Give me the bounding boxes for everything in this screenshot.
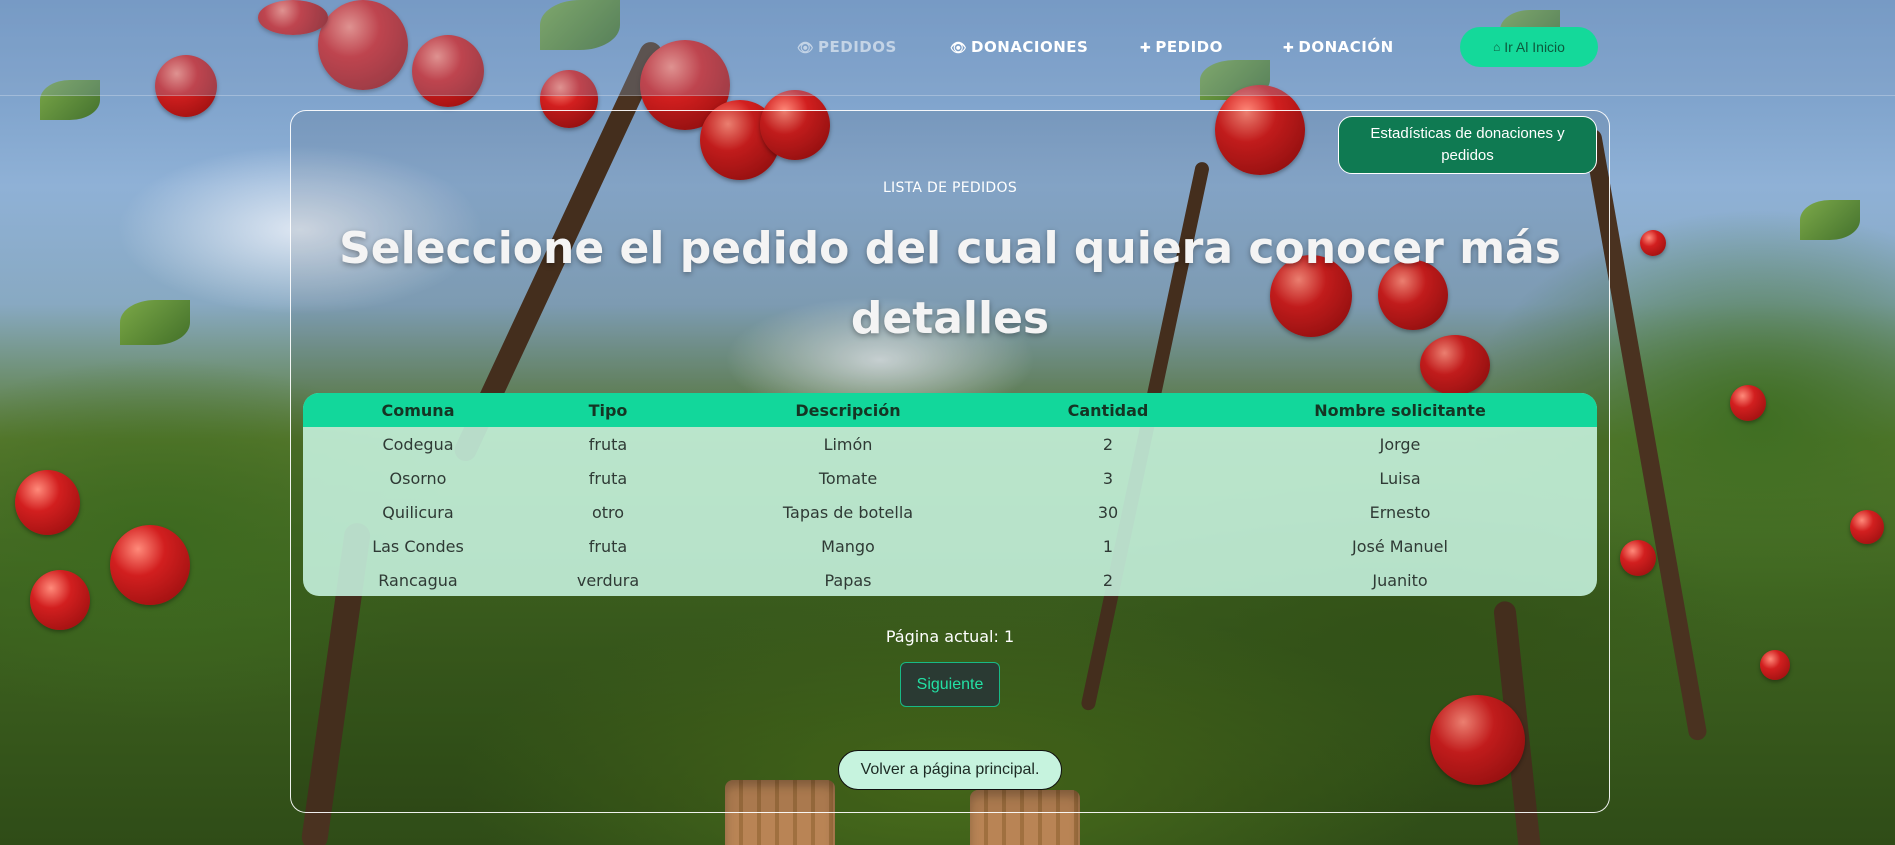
cell-nombre: Luisa	[1379, 468, 1421, 488]
header-tipo: Tipo	[588, 400, 628, 420]
cell-tipo: otro	[591, 502, 625, 522]
home-icon: ⌂	[1493, 40, 1501, 54]
cell-nombre: Ernesto	[1369, 502, 1431, 522]
current-page-label: Página actual: 1	[885, 627, 1015, 646]
home-button-label: Ir Al Inicio	[1504, 39, 1565, 55]
eye-icon: 👁	[950, 41, 968, 56]
leaf	[120, 300, 190, 345]
cell-cantidad: 1	[1102, 536, 1114, 556]
back-to-main-button[interactable]: Volver a página principal.	[838, 750, 1062, 790]
leaf	[1800, 200, 1860, 240]
stats-button[interactable]: Estadísticas de donaciones y pedidos	[1338, 116, 1597, 174]
nav-link-nuevo-pedido[interactable]: ✚ PEDIDO	[1140, 38, 1223, 56]
cell-nombre: José Manuel	[1352, 536, 1448, 556]
table-row[interactable]: Osorno fruta Tomate 3 Luisa	[303, 461, 1597, 495]
nav-link-pedidos[interactable]: 👁 PEDIDOS	[797, 38, 897, 56]
table-row[interactable]: Las Condes fruta Mango 1 José Manuel	[303, 529, 1597, 563]
cell-comuna: Osorno	[389, 468, 447, 488]
apple	[1640, 230, 1666, 256]
header-descripcion: Descripción	[795, 400, 901, 420]
plus-icon: ✚	[1283, 41, 1295, 56]
apple	[1760, 650, 1790, 680]
cell-cantidad: 30	[1097, 502, 1119, 522]
apple	[110, 525, 190, 605]
eye-icon: 👁	[797, 41, 815, 56]
cell-descripcion: Mango	[821, 536, 875, 556]
apple	[1850, 510, 1884, 544]
cell-comuna: Quilicura	[382, 502, 454, 522]
table-row[interactable]: Rancagua verdura Papas 2 Juanito	[303, 563, 1597, 596]
cell-tipo: fruta	[588, 536, 628, 556]
table-row[interactable]: Codegua fruta Limón 2 Jorge	[303, 427, 1597, 461]
cell-descripcion: Papas	[824, 570, 872, 590]
apple	[1620, 540, 1656, 576]
cell-cantidad: 2	[1102, 434, 1114, 454]
cell-descripcion: Tomate	[818, 468, 878, 488]
nav-link-label: DONACIONES	[971, 38, 1089, 56]
nav-link-nueva-donacion[interactable]: ✚ DONACIÓN	[1283, 38, 1394, 56]
table-header-row: Comuna Tipo Descripción Cantidad Nombre …	[303, 393, 1597, 427]
nav-link-label: PEDIDOS	[818, 38, 897, 56]
header-cantidad: Cantidad	[1067, 400, 1149, 420]
table-body: Codegua fruta Limón 2 Jorge Osorno fruta…	[303, 427, 1597, 596]
cell-comuna: Codegua	[382, 434, 454, 454]
next-page-button[interactable]: Siguiente	[900, 662, 1000, 707]
nav-link-donaciones[interactable]: 👁 DONACIONES	[950, 38, 1088, 56]
cell-descripcion: Tapas de botella	[782, 502, 914, 522]
cell-cantidad: 2	[1102, 570, 1114, 590]
cell-descripcion: Limón	[823, 434, 873, 454]
nav-link-label: PEDIDO	[1155, 38, 1223, 56]
cell-tipo: fruta	[588, 434, 628, 454]
apple	[15, 470, 80, 535]
cell-comuna: Las Condes	[372, 536, 464, 556]
apple	[1730, 385, 1766, 421]
home-button[interactable]: ⌂ Ir Al Inicio	[1460, 27, 1598, 67]
cell-nombre: Jorge	[1379, 434, 1421, 454]
orders-table: Comuna Tipo Descripción Cantidad Nombre …	[303, 393, 1597, 596]
plus-icon: ✚	[1140, 41, 1152, 56]
orders-table-grid: Comuna Tipo Descripción Cantidad Nombre …	[303, 393, 1597, 596]
nav-link-label: DONACIÓN	[1298, 38, 1394, 56]
table-row[interactable]: Quilicura otro Tapas de botella 30 Ernes…	[303, 495, 1597, 529]
apple	[30, 570, 90, 630]
cell-tipo: verdura	[576, 570, 640, 590]
table-header: Comuna Tipo Descripción Cantidad Nombre …	[303, 393, 1597, 427]
cell-comuna: Rancagua	[378, 570, 458, 590]
page-title: Seleccione el pedido del cual quiera con…	[339, 223, 1561, 344]
header-nombre-solicitante: Nombre solicitante	[1314, 400, 1486, 420]
header-comuna: Comuna	[381, 400, 455, 420]
top-navbar: 👁 PEDIDOS 👁 DONACIONES ✚ PEDIDO ✚ DONACIÓN ⌂…	[0, 0, 1895, 96]
page-subtitle: LISTA DE PEDIDOS	[882, 180, 1018, 196]
cell-nombre: Juanito	[1372, 570, 1428, 590]
cell-tipo: fruta	[588, 468, 628, 488]
cell-cantidad: 3	[1102, 468, 1114, 488]
